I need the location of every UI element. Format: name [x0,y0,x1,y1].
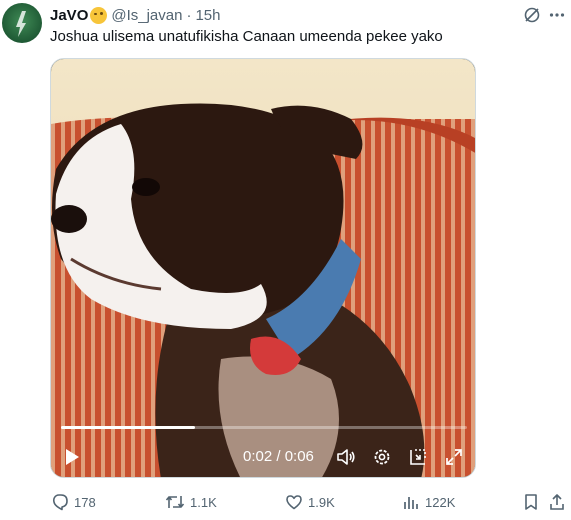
play-button[interactable] [57,439,87,475]
tweet-actions: 178 1.1K 1.9K 122K [0,490,571,514]
video-controls: 0:02 / 0:06 [51,439,475,475]
reply-count: 178 [74,494,96,510]
like-count: 1.9K [308,494,335,510]
avatar[interactable] [2,3,42,43]
picture-in-picture-button[interactable] [405,439,431,475]
reply-icon [52,494,68,511]
fullscreen-button[interactable] [441,439,467,475]
tweet-header: JaVO @Is_javan · 15h [50,5,221,25]
video-time: 0:02 / 0:06 [243,448,314,465]
repost-count: 1.1K [190,494,217,510]
gear-icon [374,449,390,465]
tweet-text: Joshua ulisema unatufikisha Canaan umeen… [50,28,443,45]
separator-dot: · [186,6,192,24]
share-button[interactable] [548,490,571,514]
more-options-icon[interactable] [548,6,566,29]
repost-icon [165,496,185,508]
settings-button[interactable] [369,439,395,475]
bookmark-icon [525,494,537,510]
volume-icon [337,449,355,465]
bookmark-button[interactable] [522,490,545,514]
progress-bar[interactable] [61,426,467,429]
progress-fill [61,426,195,429]
video-player[interactable]: 0:02 / 0:06 [50,58,476,478]
grok-icon[interactable] [523,6,541,29]
display-name[interactable]: JaVO [50,7,88,24]
picture-in-picture-icon [410,449,426,465]
heart-icon [286,495,302,510]
views-icon [404,497,418,509]
video-frame [51,59,475,477]
like-button[interactable]: 1.9K [285,490,335,514]
emoji-icon [90,6,108,24]
volume-button[interactable] [333,439,359,475]
repost-button[interactable]: 1.1K [165,490,217,514]
play-icon [66,449,79,465]
reply-button[interactable]: 178 [51,490,96,514]
share-icon [550,494,564,510]
views-button[interactable]: 122K [402,490,455,514]
views-count: 122K [425,494,456,510]
timestamp[interactable]: 15h [195,7,220,24]
user-handle[interactable]: @Is_javan [111,7,182,24]
expand-icon [446,449,462,465]
